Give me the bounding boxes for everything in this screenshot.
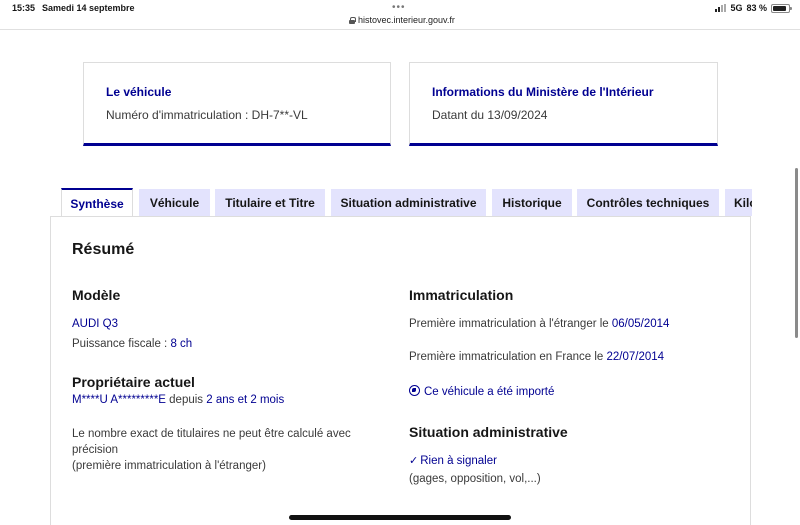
owner-duration: 2 ans et 2 mois <box>206 394 285 406</box>
tab-titulaire[interactable]: Titulaire et Titre <box>215 189 325 216</box>
url-text: histovec.interieur.gouv.fr <box>358 15 455 25</box>
tab-situation-administrative[interactable]: Situation administrative <box>331 189 486 216</box>
tab-controles-techniques[interactable]: Contrôles techniques <box>577 189 719 216</box>
immatriculation-heading: Immatriculation <box>409 287 514 303</box>
globe-icon <box>409 385 420 396</box>
situation-detail: (gages, opposition, vol,...) <box>409 473 541 485</box>
ministry-card-title: Informations du Ministère de l'Intérieur <box>432 85 654 99</box>
fiscal-power-value: 8 ch <box>170 338 193 350</box>
vehicle-card-title: Le véhicule <box>106 85 172 99</box>
status-bar: 15:35 Samedi 14 septembre ••• histovec.i… <box>0 0 800 30</box>
battery-icon <box>771 3 792 13</box>
tab-kilometrage[interactable]: Kilo <box>725 189 752 216</box>
data-date: Datant du 13/09/2024 <box>432 108 548 122</box>
battery-label: 83 % <box>746 3 767 13</box>
situation-heading: Situation administrative <box>409 424 568 440</box>
synthese-panel <box>50 216 751 525</box>
check-icon: ✓ <box>409 455 419 467</box>
tab-dots-icon[interactable]: ••• <box>392 2 406 13</box>
ministry-card: Informations du Ministère de l'Intérieur… <box>409 62 718 146</box>
foreign-registration: Première immatriculation à l'étranger le… <box>409 318 670 330</box>
tab-historique[interactable]: Historique <box>492 189 572 216</box>
fiscal-power: Puissance fiscale : 8 ch <box>72 338 193 350</box>
scrollbar[interactable] <box>795 168 798 338</box>
france-registration-date: 22/07/2014 <box>606 351 665 363</box>
network-label: 5G <box>730 3 743 13</box>
tab-bar: Synthèse Véhicule Titulaire et Titre Sit… <box>60 188 752 216</box>
owner-note: Le nombre exact de titulaires ne peut êt… <box>72 428 351 472</box>
vehicle-card: Le véhicule Numéro d'immatriculation : D… <box>83 62 391 146</box>
owner-name: M****U A*********E <box>72 394 166 406</box>
proprietaire-heading: Propriétaire actuel <box>72 374 195 390</box>
signal-icon <box>715 4 727 12</box>
resume-heading: Résumé <box>72 241 135 258</box>
status-time: 15:35 <box>12 3 36 13</box>
registration-number: Numéro d'immatriculation : DH-7**-VL <box>106 108 308 122</box>
france-registration: Première immatriculation en France le 22… <box>409 351 665 363</box>
lock-icon <box>349 16 356 24</box>
modele-heading: Modèle <box>72 287 121 303</box>
tab-vehicule[interactable]: Véhicule <box>139 189 210 216</box>
foreign-registration-date: 06/05/2014 <box>611 318 670 330</box>
address-bar[interactable]: histovec.interieur.gouv.fr <box>349 15 455 25</box>
status-indicators: 5G 83 % <box>715 3 792 13</box>
home-indicator[interactable] <box>289 515 511 520</box>
imported-link[interactable]: Ce véhicule a été importé <box>409 384 554 400</box>
tab-synthese[interactable]: Synthèse <box>61 188 133 216</box>
situation-status: ✓ Rien à signaler <box>409 455 497 467</box>
owner-line: M****U A*********E depuis 2 ans et 2 moi… <box>72 394 285 406</box>
status-date: Samedi 14 septembre <box>42 3 135 13</box>
vehicle-model: AUDI Q3 <box>72 318 119 330</box>
